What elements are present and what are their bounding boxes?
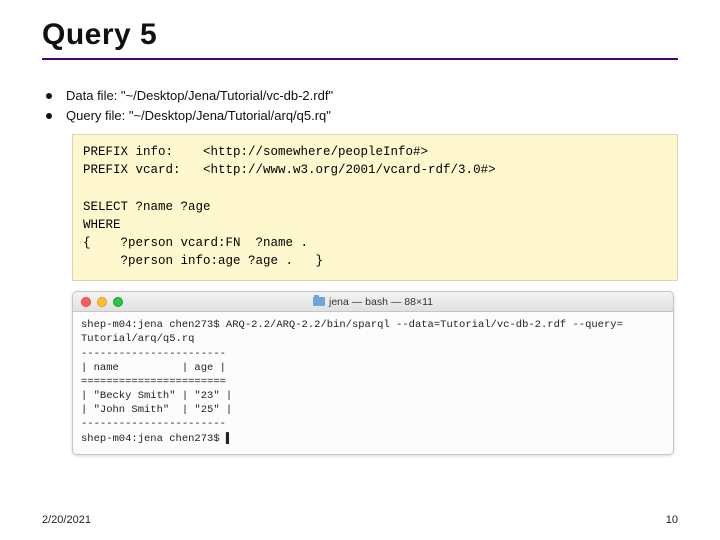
bullet-icon bbox=[46, 93, 52, 99]
zoom-icon[interactable] bbox=[113, 297, 123, 307]
terminal-body: shep-m04:jena chen273$ ARQ-2.2/ARQ-2.2/b… bbox=[73, 312, 673, 454]
footer-date: 2/20/2021 bbox=[42, 514, 91, 526]
bullet-text: Data file: "~/Desktop/Jena/Tutorial/vc-d… bbox=[66, 86, 333, 106]
terminal-titlebar: jena — bash — 88×11 bbox=[73, 292, 673, 312]
list-item: Query file: "~/Desktop/Jena/Tutorial/arq… bbox=[46, 106, 678, 126]
slide-footer: 2/20/2021 10 bbox=[42, 514, 678, 526]
terminal-title-text: jena — bash — 88×11 bbox=[329, 296, 433, 308]
list-item: Data file: "~/Desktop/Jena/Tutorial/vc-d… bbox=[46, 86, 678, 106]
close-icon[interactable] bbox=[81, 297, 91, 307]
slide: Query 5 Data file: "~/Desktop/Jena/Tutor… bbox=[0, 0, 720, 540]
bullet-list: Data file: "~/Desktop/Jena/Tutorial/vc-d… bbox=[46, 86, 678, 126]
bullet-icon bbox=[46, 113, 52, 119]
terminal-title: jena — bash — 88×11 bbox=[73, 296, 673, 308]
sparql-code-block: PREFIX info: <http://somewhere/peopleInf… bbox=[72, 134, 678, 281]
terminal-window: jena — bash — 88×11 shep-m04:jena chen27… bbox=[72, 291, 674, 455]
footer-page-number: 10 bbox=[666, 514, 678, 526]
minimize-icon[interactable] bbox=[97, 297, 107, 307]
slide-title: Query 5 bbox=[42, 18, 678, 60]
bullet-text: Query file: "~/Desktop/Jena/Tutorial/arq… bbox=[66, 106, 331, 126]
folder-icon bbox=[313, 297, 325, 306]
